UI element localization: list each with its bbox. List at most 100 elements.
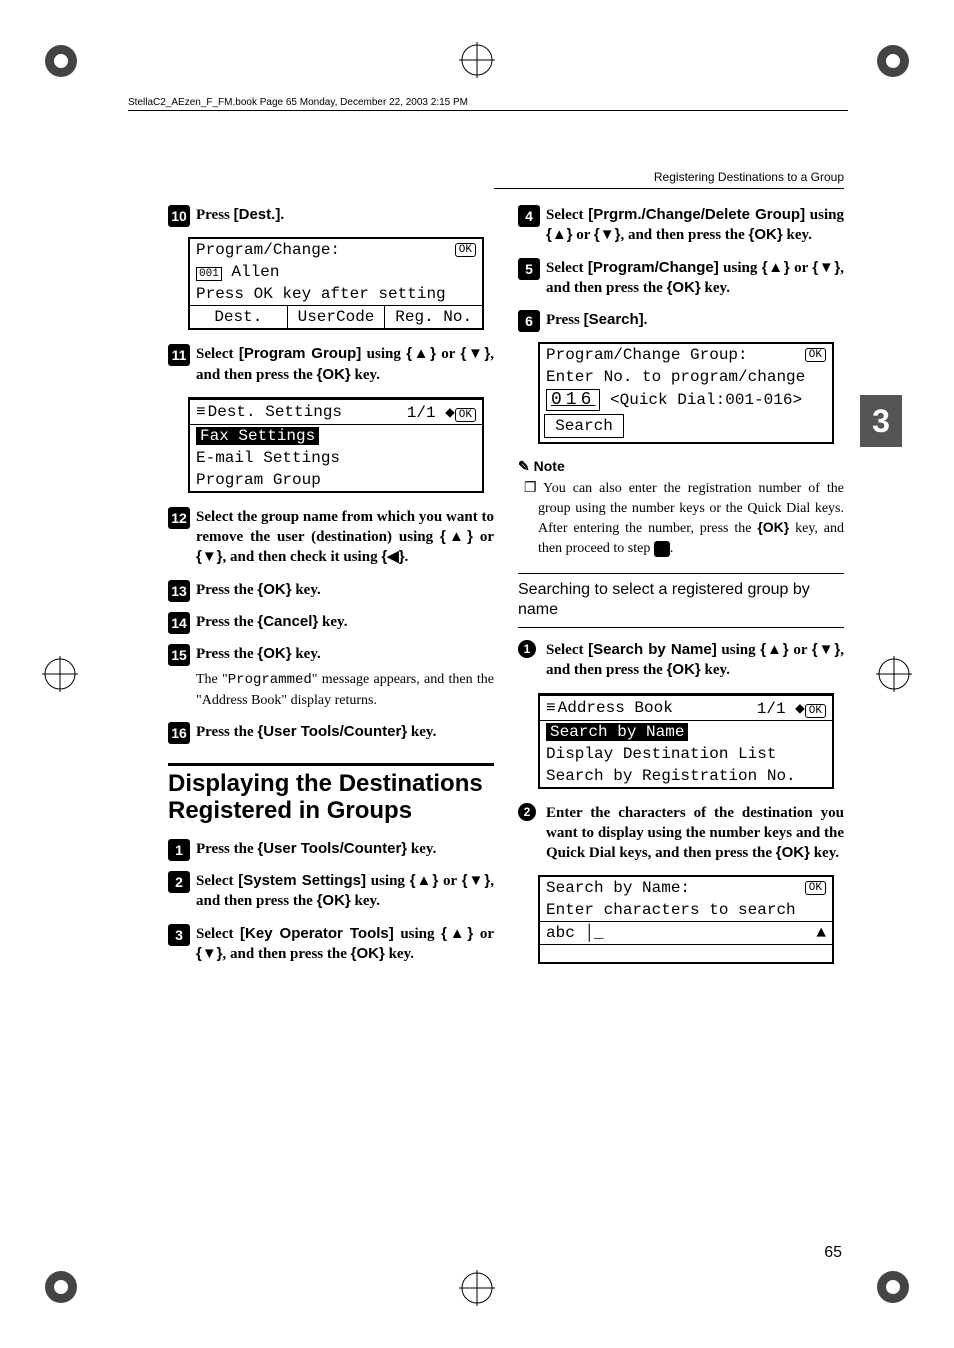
- s16-p0: Press the: [196, 724, 257, 740]
- sb-p1: [System Settings]: [238, 872, 366, 889]
- lcd1-line3: Press OK key after setting: [196, 285, 446, 303]
- sd-p4: or: [573, 227, 594, 243]
- s15-p0: Press the: [196, 646, 257, 662]
- lcd3-line2: Enter No. to program/change: [546, 368, 805, 386]
- step10-post: .: [280, 207, 284, 223]
- step-num-e: 5: [518, 258, 540, 280]
- sd-up: {▲}: [546, 226, 573, 243]
- step-num-15: 15: [168, 644, 190, 666]
- step-11: 11 Select [Program Group] using {▲} or {…: [168, 344, 494, 385]
- lcd-screen-5: Search by Name: OK Enter characters to s…: [538, 875, 834, 964]
- chapter-tab: 3: [860, 395, 902, 447]
- align-target-left: [42, 656, 78, 692]
- step-num-11: 11: [168, 344, 190, 366]
- s13-p2: key.: [292, 582, 321, 598]
- step-f: 6 Press [Search].: [518, 310, 844, 330]
- step10-ui: [Dest.]: [234, 206, 281, 223]
- lcd4-header: Address Book: [558, 699, 673, 717]
- sd-p2: using: [805, 207, 844, 223]
- lcd1-btn-regno: Reg. No.: [385, 306, 482, 328]
- lcd1-line1: Program/Change:: [196, 241, 340, 259]
- se-p1: [Program/Change]: [588, 259, 719, 276]
- lcd2-ok: OK: [455, 408, 476, 422]
- lcd2-page: 1/1: [407, 404, 436, 422]
- lcd1-btn-usercode: UserCode: [288, 306, 386, 328]
- step-num-b: 2: [168, 871, 190, 893]
- s11-up-key: {▲}: [406, 345, 436, 362]
- step-15: 15 Press the {OK} key. The "Programmed" …: [168, 644, 494, 710]
- step-num-c: 3: [168, 924, 190, 946]
- lcd4-item1: Search by Name: [546, 723, 688, 741]
- step-num-16: 16: [168, 722, 190, 744]
- sd-p6: , and then press the: [620, 227, 748, 243]
- running-header: Registering Destinations to a Group: [494, 170, 844, 189]
- s14-cancel: {Cancel}: [257, 613, 318, 630]
- sf-p1: [Search]: [584, 311, 644, 328]
- sd-down: {▼}: [594, 226, 621, 243]
- page-number: 65: [824, 1244, 842, 1262]
- sc-ok: {OK}: [351, 945, 385, 962]
- step-num-a: 1: [168, 839, 190, 861]
- lcd3-bignum: 016: [546, 389, 600, 411]
- se-p2: using: [719, 260, 762, 276]
- sc-p1: [Key Operator Tools]: [240, 925, 394, 942]
- s11-p8: key.: [351, 367, 380, 383]
- sd-p0: Select: [546, 207, 588, 223]
- se-ok: {OK}: [667, 279, 701, 296]
- s15-b1: Programmed: [228, 672, 312, 688]
- sd-ok: {OK}: [749, 226, 783, 243]
- substep-2: 2 Enter the characters of the destinatio…: [518, 803, 844, 864]
- lcd5-line1: Search by Name:: [546, 879, 690, 897]
- s12-left: {◀}: [381, 548, 404, 565]
- sc-up: {▲}: [441, 925, 473, 942]
- note-item: You can also enter the registration numb…: [518, 479, 844, 558]
- lcd2-menu-icon: [196, 403, 208, 421]
- se-down: {▼}: [812, 259, 840, 276]
- step-d: 4 Select [Prgrm./Change/Delete Group] us…: [518, 205, 844, 246]
- lcd2-header: Dest. Settings: [208, 403, 342, 421]
- step-b: 2 Select [System Settings] using {▲} or …: [168, 871, 494, 912]
- sc-down: {▼}: [196, 945, 223, 962]
- note-header: Note: [518, 458, 844, 475]
- s15-p2: key.: [292, 646, 321, 662]
- sub1-down: {▼}: [812, 641, 840, 658]
- step-num-10: 10: [168, 205, 190, 227]
- step-13: 13 Press the {OK} key.: [168, 580, 494, 600]
- substep-1: 1 Select [Search by Name] using {▲} or {…: [518, 640, 844, 681]
- step-12: 12 Select the group name from which you …: [168, 507, 494, 568]
- step-c: 3 Select [Key Operator Tools] using {▲} …: [168, 924, 494, 965]
- s11-p0: Select: [196, 346, 239, 362]
- s11-ok-key: {OK}: [317, 366, 351, 383]
- s15-b0: The ": [196, 672, 228, 687]
- lcd2-item3: Program Group: [196, 471, 321, 489]
- sb-down: {▼}: [462, 872, 491, 889]
- book-header-line: StellaC2_AEzen_F_FM.book Page 65 Monday,…: [128, 97, 848, 111]
- crop-mark-br: [874, 1268, 912, 1306]
- s16-p2: key.: [407, 724, 436, 740]
- step-10: 10 Press [Dest.].: [168, 205, 494, 225]
- lcd5-mode: abc: [546, 924, 575, 942]
- sub1-p0: Select: [546, 642, 588, 658]
- s12-p6: .: [405, 549, 409, 565]
- lcd5-arrow: ▲: [816, 924, 826, 942]
- lcd3-line1: Program/Change Group:: [546, 346, 748, 364]
- sd-p8: key.: [783, 227, 812, 243]
- lcd1-btn-dest: Dest.: [190, 306, 288, 328]
- lcd3-hint: <Quick Dial:001-016>: [610, 391, 802, 409]
- sub1-ok: {OK}: [667, 661, 701, 678]
- lcd5-cursor: _: [594, 924, 604, 942]
- s11-down-key: {▼}: [461, 345, 491, 362]
- sub2-p2: key.: [810, 845, 839, 861]
- sub1-p2: using: [717, 642, 761, 658]
- lcd4-item3: Search by Registration No.: [546, 767, 796, 785]
- lcd5-ok: OK: [805, 881, 826, 895]
- sc-p0: Select: [196, 926, 240, 942]
- sub1-up: {▲}: [760, 641, 788, 658]
- lcd-screen-1: Program/Change: OK 001 Allen Press OK ke…: [188, 237, 484, 330]
- s13-p0: Press the: [196, 582, 257, 598]
- note-ok: {OK}: [757, 519, 789, 535]
- crop-mark-tr: [874, 42, 912, 80]
- lcd-screen-4: Address Book 1/1 ◆OK Search by Name Disp…: [538, 693, 834, 789]
- substep-num-1: 1: [518, 640, 536, 658]
- sb-p2: using: [366, 873, 410, 889]
